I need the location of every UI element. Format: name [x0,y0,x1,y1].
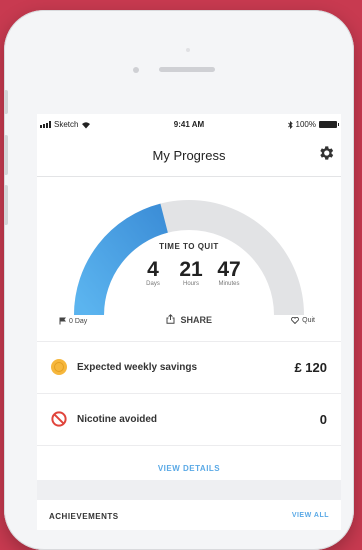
days-unit: Days [146,281,160,287]
hours-unit: Hours [182,281,199,287]
stat-value: 0 [319,412,327,427]
app-screen: Sketch 9:41 AM 100% My Progress TIME TO … [37,114,341,530]
no-smoking-icon [51,411,67,427]
share-icon [166,314,175,324]
minutes-value: 47 [217,258,241,281]
hours-value: 21 [179,258,203,281]
achievements-header: ACHIEVEMENTS VIEW ALL [37,500,341,530]
mute-switch [4,90,8,114]
view-details-link[interactable]: VIEW DETAILS [37,445,341,480]
coin-icon [51,359,67,375]
view-details-label: VIEW DETAILS [157,464,221,473]
stat-value: £ 120 [294,360,327,375]
minutes-counter: 47 Minutes [213,258,245,288]
stat-row-nicotine[interactable]: Nicotine avoided 0 [37,393,341,446]
countdown: 4 Days 21 Hours 47 Minutes [137,258,245,288]
navigation-bar: My Progress [37,136,341,177]
heart-icon [291,317,300,324]
page-title: My Progress [152,148,226,163]
volume-up-button [4,135,8,175]
progress-card: TIME TO QUIT 4 Days 21 Hours 47 Minutes [37,177,341,341]
battery-icon [319,121,339,128]
battery-info: 100% [287,120,339,129]
stat-row-savings[interactable]: Expected weekly savings £ 120 [37,341,341,394]
days-value: 4 [147,258,159,281]
camera-icon [186,48,190,52]
end-label: Quit [302,317,315,324]
hours-counter: 21 Hours [175,258,207,288]
section-divider [37,480,341,500]
stat-label: Expected weekly savings [77,362,198,373]
bluetooth-icon [287,120,293,129]
phone-frame: Sketch 9:41 AM 100% My Progress TIME TO … [4,10,354,550]
speaker-grille [159,67,215,72]
share-label: SHARE [180,315,213,325]
front-camera-icon [133,67,139,73]
battery-percent: 100% [295,120,316,129]
progress-gauge [74,200,304,316]
volume-down-button [4,185,8,225]
minutes-unit: Minutes [218,281,240,287]
gear-icon[interactable] [317,144,335,162]
stat-label: Nicotine avoided [77,414,158,425]
days-counter: 4 Days [137,258,169,288]
time-to-quit-label: TIME TO QUIT [159,242,219,251]
end-marker: Quit [291,317,315,324]
status-bar: Sketch 9:41 AM 100% [37,114,341,136]
view-all-link[interactable]: VIEW ALL [292,512,329,519]
